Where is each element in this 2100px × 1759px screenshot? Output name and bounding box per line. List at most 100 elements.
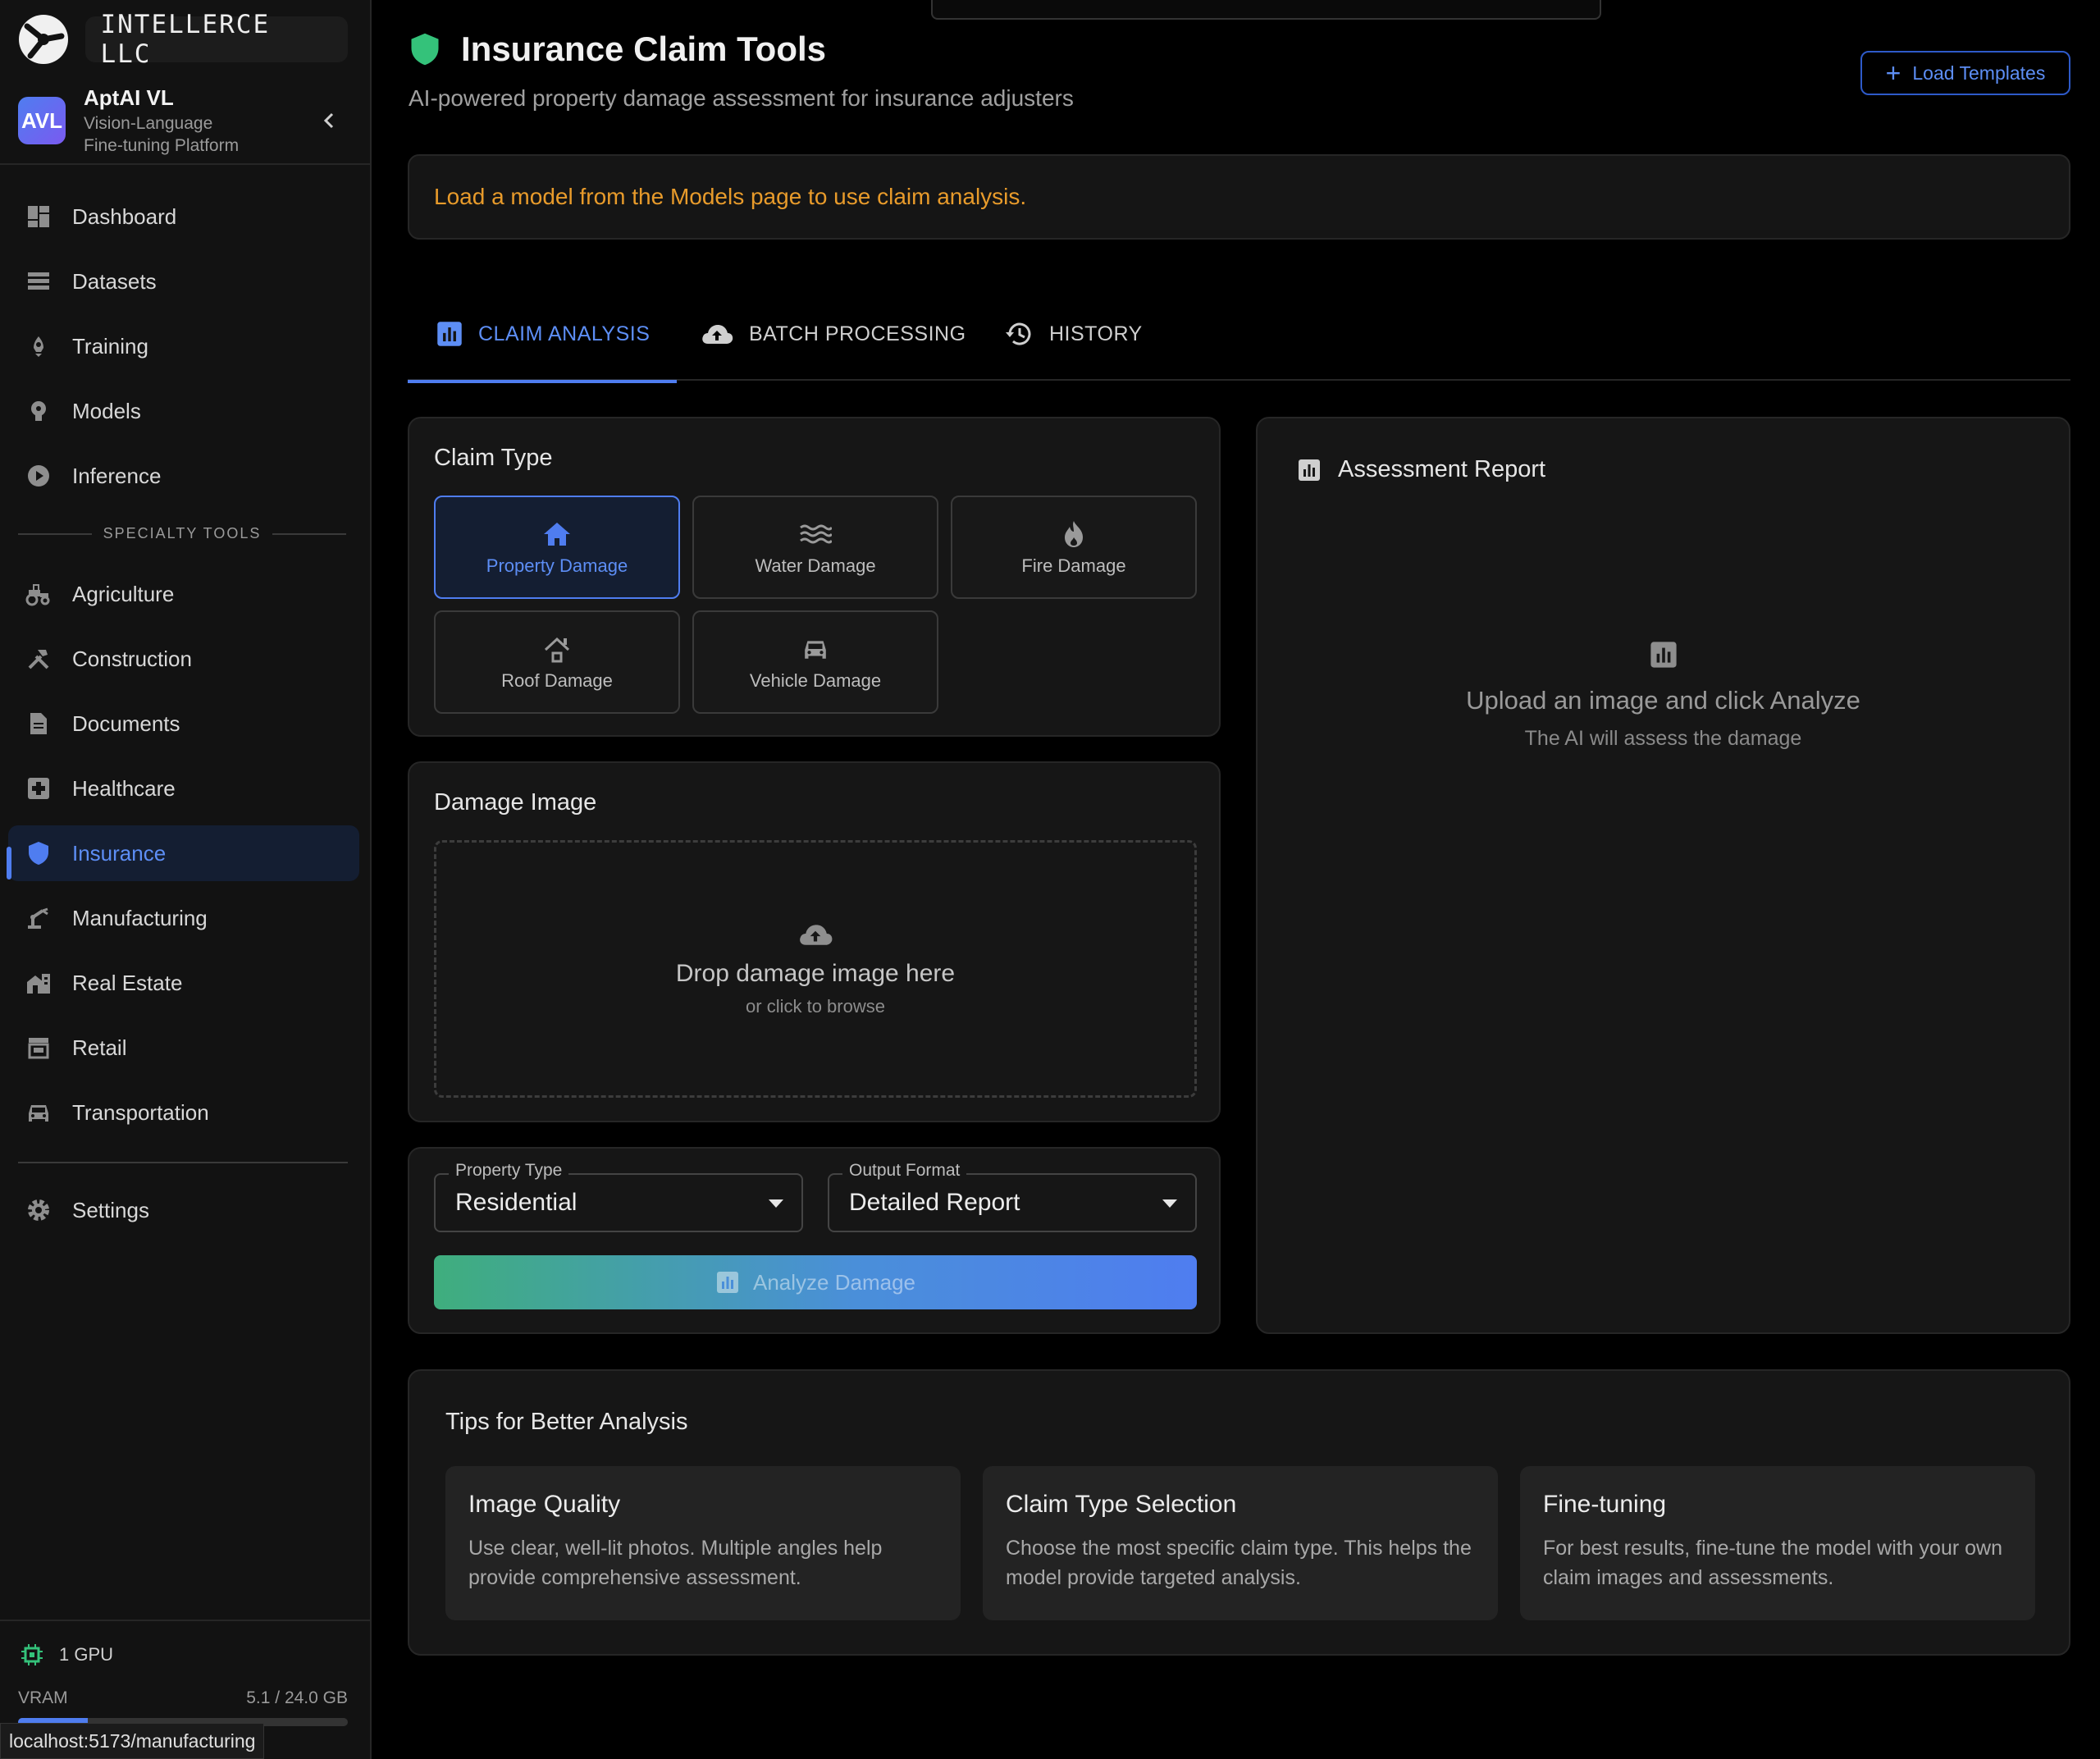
play-icon	[25, 462, 52, 490]
brand-name: INTELLERCE LLC	[85, 10, 348, 69]
tab-history[interactable]: HISTORY	[1003, 287, 1143, 381]
sidebar-divider	[18, 1162, 348, 1163]
tip-title: Claim Type Selection	[1006, 1491, 1237, 1518]
property-type-select[interactable]: Property Type Residential	[434, 1161, 803, 1232]
medical-icon	[25, 774, 52, 802]
sidebar-item-inference[interactable]: Inference	[8, 448, 359, 504]
claim-option-label: Roof Damage	[501, 670, 613, 691]
status-bar-url: localhost:5173/manufacturing	[0, 1723, 265, 1759]
damage-image-title: Damage Image	[434, 789, 597, 816]
tip-body: Choose the most specific claim type. Thi…	[1006, 1537, 1472, 1589]
analyze-damage-button[interactable]: Analyze Damage	[434, 1255, 1197, 1309]
sidebar-item-label: Healthcare	[72, 775, 176, 801]
sidebar-item-training[interactable]: Training	[8, 318, 359, 374]
profile-subtitle-1: Vision-Language	[84, 113, 213, 133]
claim-option-label: Property Damage	[486, 555, 628, 576]
claim-option-vehicle-damage[interactable]: Vehicle Damage	[692, 610, 938, 714]
sidebar-item-retail[interactable]: Retail	[8, 1020, 359, 1076]
sidebar-item-datasets[interactable]: Datasets	[8, 254, 359, 309]
sidebar-item-settings[interactable]: Settings	[8, 1182, 359, 1238]
gpu-label: 1 GPU	[59, 1644, 114, 1665]
tab-batch-processing[interactable]: BATCH PROCESSING	[700, 287, 966, 381]
output-format-value: Detailed Report	[849, 1189, 1020, 1216]
avatar: AVL	[18, 97, 66, 144]
output-format-label: Output Format	[842, 1161, 967, 1181]
real-estate-icon	[25, 969, 52, 997]
tab-label: CLAIM ANALYSIS	[478, 322, 651, 345]
report-title: Assessment Report	[1338, 456, 1546, 482]
page-title: Insurance Claim Tools	[461, 30, 826, 68]
claim-option-label: Vehicle Damage	[749, 670, 882, 691]
sidebar-item-healthcare[interactable]: Healthcare	[8, 761, 359, 816]
sidebar-item-models[interactable]: Models	[8, 383, 359, 439]
logo-mark-icon	[13, 10, 74, 69]
dropdown-arrow-icon	[1162, 1199, 1177, 1208]
sidebar-item-label: Settings	[72, 1197, 149, 1222]
tractor-icon	[25, 580, 52, 608]
shield-icon	[411, 33, 439, 66]
chevron-left-icon	[323, 112, 334, 129]
fire-icon	[1065, 521, 1083, 547]
tip-body: Use clear, well-lit photos. Multiple ang…	[468, 1537, 883, 1589]
sidebar-item-documents[interactable]: Documents	[8, 696, 359, 752]
load-templates-button[interactable]: + Load Templates	[1860, 51, 2070, 95]
report-empty-subtitle: The AI will assess the damage	[1524, 727, 1802, 750]
roof-icon	[544, 637, 570, 663]
tip-body: For best results, fine-tune the model wi…	[1543, 1537, 2002, 1589]
profile-name: AptAI VL	[84, 85, 174, 110]
sidebar-item-real-estate[interactable]: Real Estate	[8, 955, 359, 1011]
claim-option-fire-damage[interactable]: Fire Damage	[951, 496, 1197, 599]
profile: AVL AptAI VL Vision-Language Fine-tuning…	[18, 84, 354, 158]
home-icon	[544, 523, 570, 546]
claim-option-water-damage[interactable]: Water Damage	[692, 496, 938, 599]
claim-type-card: Claim Type Property Damage Water Damage …	[408, 417, 1221, 737]
image-dropzone[interactable]: Drop damage image here or click to brows…	[434, 840, 1197, 1098]
vram-row: VRAM 5.1 / 24.0 GB	[18, 1688, 348, 1708]
assessment-report-card: Assessment Report Upload an image and cl…	[1256, 417, 2070, 1334]
page-header: Insurance Claim Tools	[409, 30, 826, 69]
sidebar-item-label: Documents	[72, 710, 180, 736]
dropdown-arrow-icon	[769, 1199, 783, 1208]
sidebar-item-label: Manufacturing	[72, 905, 208, 930]
sidebar-item-transportation[interactable]: Transportation	[8, 1085, 359, 1140]
damage-image-card: Damage Image Drop damage image here or c…	[408, 761, 1221, 1122]
sidebar-item-insurance[interactable]: Insurance	[7, 825, 359, 881]
sidebar-item-label: Inference	[72, 463, 162, 488]
chart-icon	[717, 1272, 738, 1293]
sidebar-item-label: Insurance	[72, 840, 167, 866]
dropzone-title: Drop damage image here	[675, 960, 956, 987]
chip-icon	[21, 1644, 43, 1665]
document-icon	[25, 710, 52, 738]
tab-bar: CLAIM ANALYSIS BATCH PROCESSING HISTORY	[408, 287, 2070, 383]
sidebar-item-label: Training	[72, 333, 148, 359]
sidebar-item-agriculture[interactable]: Agriculture	[8, 566, 359, 622]
tip-title: Fine-tuning	[1543, 1491, 1667, 1518]
sidebar-item-label: Retail	[72, 1035, 127, 1060]
dropzone-subtitle: or click to browse	[746, 996, 885, 1017]
chart-icon	[1650, 642, 1677, 668]
analysis-options-card: Property Type Residential Output Format …	[408, 1147, 1221, 1334]
tab-claim-analysis[interactable]: CLAIM ANALYSIS	[408, 287, 677, 383]
sidebar-item-label: Models	[72, 398, 141, 423]
models-icon	[25, 397, 52, 425]
sidebar-item-construction[interactable]: Construction	[8, 631, 359, 687]
property-type-label: Property Type	[449, 1161, 569, 1181]
sidebar-item-manufacturing[interactable]: Manufacturing	[8, 890, 359, 946]
brand-logo[interactable]: INTELLERCE LLC	[13, 10, 348, 69]
sidebar-divider	[0, 1620, 372, 1621]
cloud-upload-icon	[702, 325, 733, 344]
sidebar: INTELLERCE LLC AVL AptAI VL Vision-Langu…	[0, 0, 372, 1759]
tip-claim-type-selection: Claim Type Selection Choose the most spe…	[983, 1466, 1498, 1620]
collapse-sidebar-button[interactable]	[317, 108, 341, 133]
load-templates-label: Load Templates	[1912, 62, 2046, 84]
training-icon	[25, 332, 52, 360]
claim-option-label: Fire Damage	[1021, 555, 1126, 576]
sidebar-item-dashboard[interactable]: Dashboard	[8, 189, 359, 244]
history-icon	[1006, 322, 1031, 345]
specialty-tools-label: SPECIALTY TOOLS	[18, 525, 346, 542]
output-format-select[interactable]: Output Format Detailed Report	[828, 1161, 1197, 1232]
claim-option-roof-damage[interactable]: Roof Damage	[434, 610, 680, 714]
car-icon	[25, 1099, 52, 1126]
report-header: Assessment Report	[1297, 456, 1545, 483]
claim-option-property-damage[interactable]: Property Damage	[434, 496, 680, 599]
